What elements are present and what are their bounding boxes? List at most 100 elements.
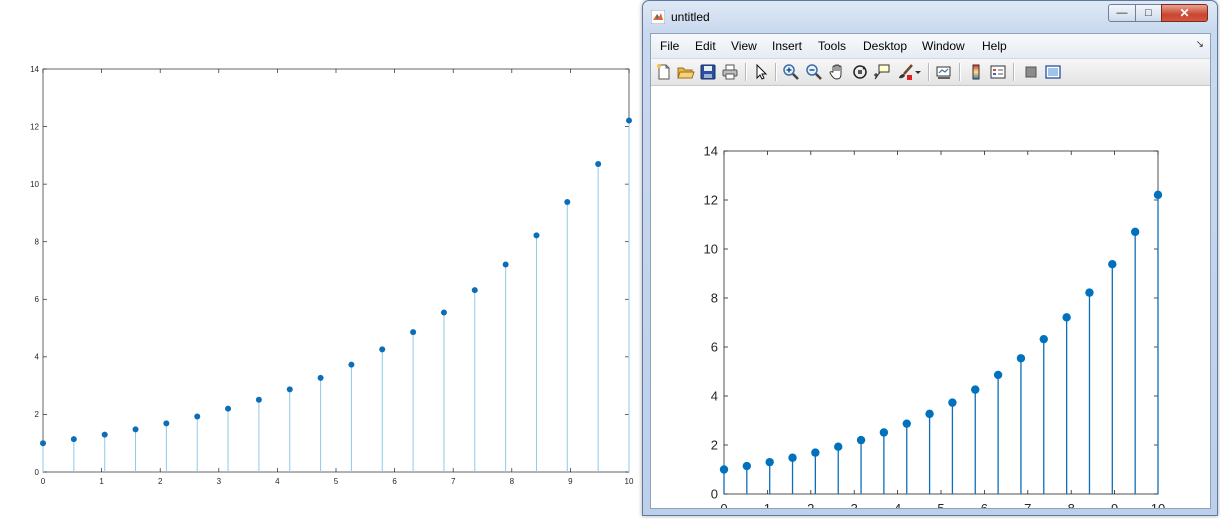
maximize-button[interactable]: □ <box>1135 4 1162 22</box>
toolbar-separator <box>1013 63 1015 81</box>
x-tick-label: 1 <box>99 477 104 486</box>
axes-box <box>723 150 1159 495</box>
new-figure-icon[interactable] <box>655 63 673 81</box>
y-tick-label: 2 <box>711 438 718 453</box>
menu-bar: File Edit View Insert Tools Desktop Wind… <box>651 34 1210 59</box>
stem-marker <box>410 329 417 336</box>
y-tick-label: 4 <box>711 389 718 404</box>
figure-canvas[interactable]: 01234567891002468101214 <box>651 86 1210 508</box>
x-tick-label: 0 <box>41 477 46 486</box>
show-plot-tools-icon[interactable] <box>1044 63 1062 81</box>
stem-marker <box>1085 288 1094 297</box>
x-tick-label: 6 <box>392 477 397 486</box>
brush-dropdown-icon[interactable] <box>914 63 922 81</box>
x-tick-label: 8 <box>1068 501 1075 508</box>
y-tick-label: 8 <box>711 291 718 306</box>
y-tick-label: 6 <box>35 295 40 304</box>
close-icon: ✕ <box>1179 6 1190 20</box>
stem-marker <box>742 461 752 471</box>
menu-help[interactable]: Help <box>982 39 1007 53</box>
stem-marker <box>255 396 262 403</box>
stem-marker <box>971 385 980 394</box>
menu-insert[interactable]: Insert <box>772 39 802 53</box>
x-tick-label: 2 <box>158 477 163 486</box>
toolbar-separator <box>775 63 777 81</box>
open-file-icon[interactable] <box>677 63 695 81</box>
stem-marker <box>132 426 139 433</box>
stem-marker <box>564 198 571 205</box>
stem-marker <box>902 419 911 428</box>
x-tick-label: 8 <box>510 477 515 486</box>
x-tick-label: 10 <box>625 477 634 486</box>
zoom-out-icon[interactable] <box>805 63 823 81</box>
title-bar[interactable]: untitled — □ ✕ <box>643 1 1217 31</box>
x-tick-label: 7 <box>1024 501 1031 508</box>
x-tick-label: 5 <box>937 501 944 508</box>
menu-edit[interactable]: Edit <box>695 39 716 53</box>
stem-marker <box>993 370 1003 380</box>
y-tick-label: 2 <box>35 410 40 419</box>
hide-plot-tools-icon[interactable] <box>1022 63 1040 81</box>
x-tick-label: 6 <box>981 501 988 508</box>
toolbar-separator <box>928 63 930 81</box>
stem-marker <box>788 453 797 462</box>
stem-marker <box>225 405 232 412</box>
stem-marker <box>925 409 934 419</box>
stem-marker <box>626 117 632 124</box>
data-cursor-icon[interactable] <box>873 63 891 81</box>
stem-marker <box>286 386 293 393</box>
stem-marker <box>533 232 540 239</box>
exported-stem-plot: 0 1 2 3 4 5 6 7 8 9 1002468101214 <box>30 65 634 486</box>
stem-marker <box>595 160 602 167</box>
menu-file[interactable]: File <box>660 39 679 53</box>
y-tick-label: 0 <box>35 468 40 477</box>
x-tick-label: 9 <box>568 477 573 486</box>
x-tick-label: 4 <box>894 501 901 508</box>
pan-hand-icon[interactable] <box>828 63 846 81</box>
print-icon[interactable] <box>721 63 739 81</box>
stem-marker <box>811 448 820 457</box>
menu-tools[interactable]: Tools <box>818 39 846 53</box>
menu-window[interactable]: Window <box>922 39 965 53</box>
menu-view[interactable]: View <box>731 39 757 53</box>
pointer-icon[interactable] <box>752 63 770 81</box>
x-tick-label: 4 <box>275 477 280 486</box>
x-tick-label: 3 <box>851 501 858 508</box>
stem-marker <box>879 428 889 437</box>
stem-marker <box>1039 334 1048 344</box>
rotate-3d-icon[interactable] <box>851 63 869 81</box>
stem-marker <box>1153 190 1163 200</box>
x-tick-label: 5 <box>334 477 339 486</box>
stem-marker <box>379 346 386 353</box>
legend-icon[interactable] <box>989 63 1007 81</box>
maximize-icon: □ <box>1145 6 1152 19</box>
figure-client-area: File Edit View Insert Tools Desktop Wind… <box>650 33 1211 509</box>
stem-marker <box>101 431 108 438</box>
window-title: untitled <box>671 10 710 24</box>
figure-stem-plot: 01234567891002468101214 <box>704 144 1166 508</box>
y-tick-label: 10 <box>30 180 39 189</box>
save-icon[interactable] <box>699 63 717 81</box>
close-button[interactable]: ✕ <box>1161 4 1208 22</box>
x-tick-label: 1 <box>764 501 771 508</box>
x-tick-label: 10 <box>1151 501 1165 508</box>
stem-marker <box>502 261 509 268</box>
stem-marker <box>440 309 447 316</box>
brush-icon[interactable] <box>896 63 914 81</box>
colorbar-icon[interactable] <box>967 63 985 81</box>
y-tick-label: 12 <box>704 193 718 208</box>
x-tick-label: 9 <box>1111 501 1118 508</box>
y-tick-label: 6 <box>711 340 718 355</box>
stem-marker <box>348 361 355 368</box>
zoom-in-icon[interactable] <box>782 63 800 81</box>
stem-marker <box>1016 354 1026 363</box>
stem-marker <box>834 442 843 451</box>
stem-marker <box>40 440 46 447</box>
minimize-button[interactable]: — <box>1108 4 1136 22</box>
menu-desktop[interactable]: Desktop <box>863 39 907 53</box>
stem-marker <box>856 435 866 445</box>
y-tick-label: 0 <box>711 487 718 502</box>
y-tick-label: 14 <box>704 144 718 159</box>
menu-overflow-icon[interactable]: ↘ <box>1196 39 1204 50</box>
link-plot-icon[interactable] <box>935 63 953 81</box>
